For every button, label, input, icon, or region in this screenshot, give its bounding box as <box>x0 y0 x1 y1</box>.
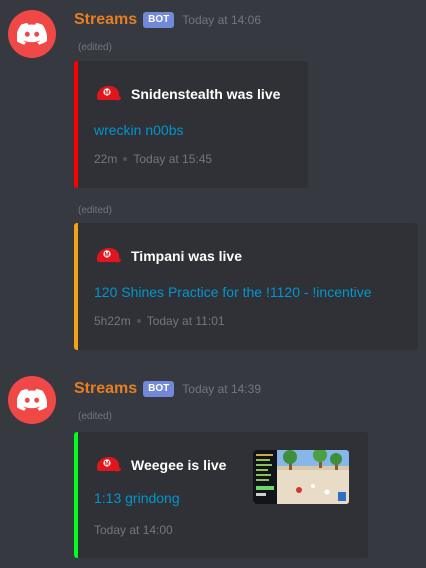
message-timestamp: Today at 14:39 <box>182 382 261 396</box>
footer-separator <box>123 157 128 161</box>
stream-embed: M Weegee is live 1:13 grindong Today at … <box>74 432 368 558</box>
mario-cap-icon: M <box>96 457 121 472</box>
stream-title-link[interactable]: 120 Shines Practice for the !1120 - !inc… <box>94 284 372 300</box>
embed-author: M Timpani was live <box>94 247 242 265</box>
footer-timestamp: Today at 11:01 <box>146 314 225 328</box>
embed-author-text: Snidenstealth was live <box>131 86 281 102</box>
embed-author-text: Weegee is live <box>131 457 227 473</box>
stream-embed: M Timpani was live 120 Shines Practice f… <box>74 223 418 350</box>
embed-author-text: Timpani was live <box>131 248 243 264</box>
stream-duration: 5h22m <box>94 314 131 328</box>
bot-avatar[interactable] <box>8 376 56 424</box>
edited-label: (edited) <box>78 205 112 216</box>
mario-cap-icon: M <box>96 86 121 101</box>
stream-duration: 22m <box>94 152 118 166</box>
discord-logo-icon <box>17 389 47 411</box>
svg-text:M: M <box>105 90 110 96</box>
message-header: Streams BOT Today at 14:39 <box>74 377 261 401</box>
message-timestamp: Today at 14:06 <box>182 13 261 27</box>
footer-separator <box>136 319 141 323</box>
game-screenshot-thumbnail <box>253 450 349 504</box>
footer-timestamp: Today at 15:45 <box>133 152 213 166</box>
edited-label: (edited) <box>78 42 112 53</box>
stream-title-link[interactable]: 1:13 grindong <box>94 490 180 506</box>
author-name[interactable]: Streams <box>74 380 137 398</box>
footer-timestamp: Today at 14:00 <box>94 523 173 537</box>
author-name[interactable]: Streams <box>74 11 137 29</box>
embed-footer: 22m Today at 15:45 <box>94 152 212 166</box>
stream-title-link[interactable]: wreckin n00bs <box>94 122 184 138</box>
embed-footer: Today at 14:00 <box>94 523 173 537</box>
bot-badge: BOT <box>143 12 175 28</box>
stream-embed: M Snidenstealth was live wreckin n00bs 2… <box>74 61 308 188</box>
bot-badge: BOT <box>143 381 175 397</box>
stream-preview-image[interactable] <box>253 450 349 504</box>
svg-text:M: M <box>105 252 110 258</box>
edited-label: (edited) <box>78 411 112 422</box>
message-header: Streams BOT Today at 14:06 <box>74 8 261 32</box>
embed-footer: 5h22m Today at 11:01 <box>94 314 225 328</box>
embed-author: M Snidenstealth was live <box>94 85 280 103</box>
embed-author: M Weegee is live <box>94 456 226 474</box>
discord-logo-icon <box>17 23 47 45</box>
mario-cap-icon: M <box>96 248 121 263</box>
svg-text:M: M <box>105 461 110 467</box>
bot-avatar[interactable] <box>8 10 56 58</box>
